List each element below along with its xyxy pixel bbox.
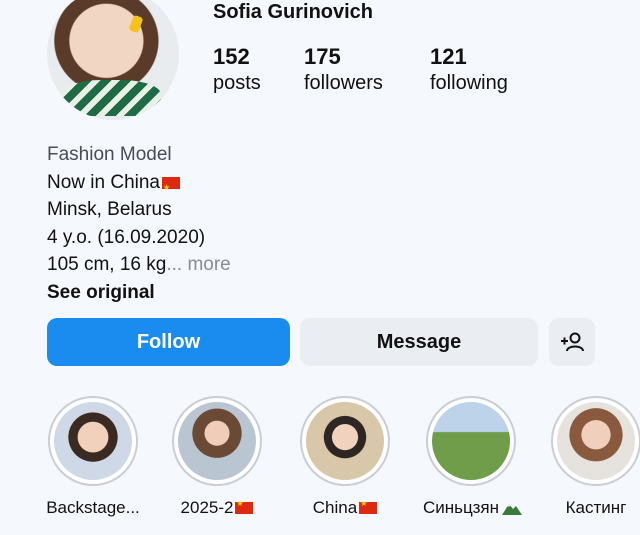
stat-posts-count: 152 bbox=[213, 44, 250, 69]
highlight-label: Кастинг bbox=[565, 498, 627, 517]
mountain-icon bbox=[501, 504, 522, 515]
highlight-cover-image bbox=[54, 402, 132, 480]
profile-bio: Fashion Model Now in China Minsk, Belaru… bbox=[47, 141, 231, 306]
stat-followers[interactable]: 175 followers bbox=[304, 44, 383, 96]
highlight-china[interactable]: China bbox=[297, 396, 393, 518]
stat-posts[interactable]: 152 posts bbox=[213, 44, 261, 96]
highlight-casting[interactable]: Кастинг bbox=[548, 396, 640, 518]
see-original-link[interactable]: See original bbox=[47, 279, 231, 307]
highlight-label: China bbox=[297, 498, 393, 518]
stat-following-label: following bbox=[430, 72, 508, 94]
highlight-label: 2025-2 bbox=[169, 498, 265, 518]
stat-followers-count: 175 bbox=[304, 44, 341, 69]
highlight-label: Синьцзян bbox=[423, 498, 522, 518]
china-flag-icon bbox=[162, 174, 180, 201]
add-user-icon bbox=[561, 332, 584, 352]
suggested-users-button[interactable] bbox=[549, 318, 595, 366]
bio-line-age: 4 y.o. (16.09.2020) bbox=[47, 226, 206, 248]
highlight-cover-image bbox=[178, 402, 256, 480]
stat-posts-label: posts bbox=[213, 72, 261, 94]
highlight-cover-image bbox=[306, 402, 384, 480]
stat-following[interactable]: 121 following bbox=[430, 44, 508, 96]
bio-line-location-now: Now in China bbox=[47, 169, 231, 201]
highlight-cover-image bbox=[432, 402, 510, 480]
message-button[interactable]: Message bbox=[300, 318, 538, 366]
follow-button[interactable]: Follow bbox=[47, 318, 290, 366]
bio-category: Fashion Model bbox=[47, 144, 172, 165]
highlight-backstage[interactable]: Backstage... bbox=[45, 396, 141, 518]
china-flag-icon bbox=[235, 499, 254, 514]
stat-followers-label: followers bbox=[304, 72, 383, 94]
stat-following-count: 121 bbox=[430, 44, 467, 69]
bio-line-size: 105 cm, 16 kg... more bbox=[47, 254, 231, 275]
highlight-xinjiang[interactable]: Синьцзян bbox=[423, 396, 522, 518]
highlight-label: Backstage... bbox=[46, 498, 140, 517]
profile-avatar[interactable] bbox=[47, 0, 179, 120]
bio-more-link[interactable]: ... more bbox=[166, 254, 230, 275]
profile-username: Sofia Gurinovich bbox=[213, 1, 374, 23]
highlight-2025-2[interactable]: 2025-2 bbox=[169, 396, 265, 518]
highlight-cover-image bbox=[557, 402, 635, 480]
china-flag-icon bbox=[359, 499, 378, 514]
bio-line-hometown: Minsk, Belarus bbox=[47, 199, 172, 220]
